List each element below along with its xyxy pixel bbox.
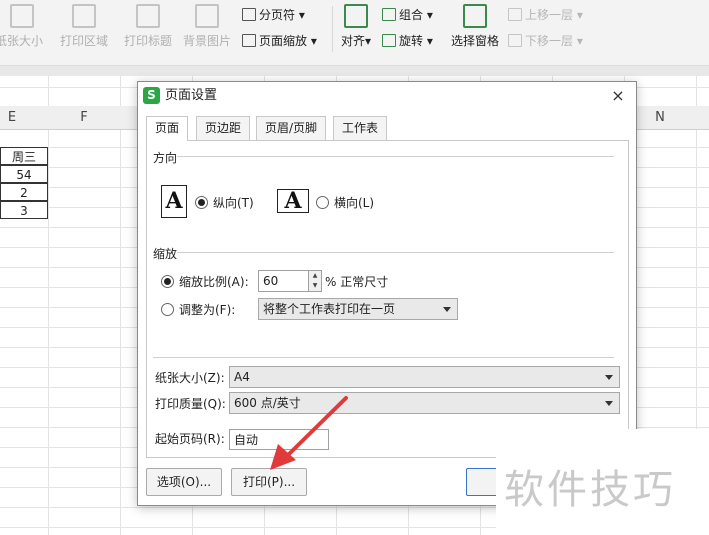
arrow-head [270,444,296,470]
watermark-text: 软件技巧 [504,467,676,513]
watermark-block: 软件技巧 [496,429,709,535]
tab-page[interactable]: 页面 [146,116,189,141]
arrow-shaft [286,396,348,457]
